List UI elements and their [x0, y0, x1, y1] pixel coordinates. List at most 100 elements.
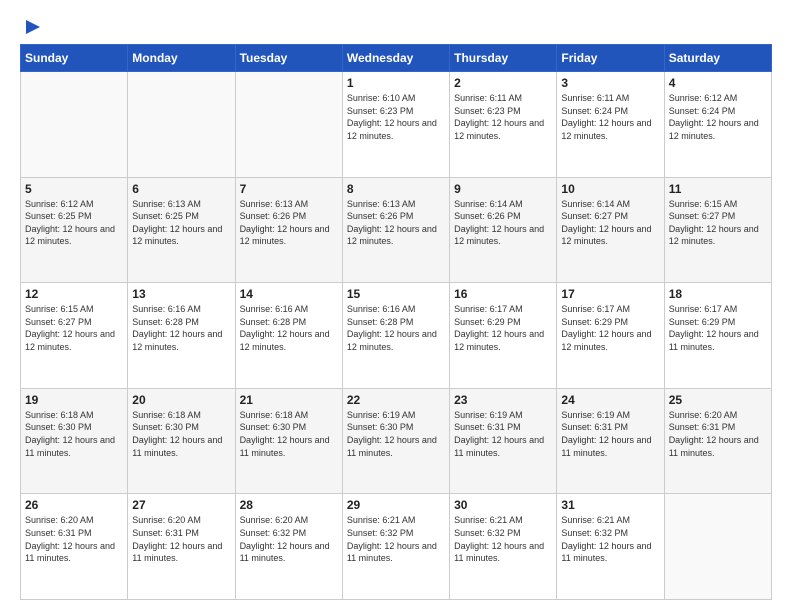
day-info: Sunrise: 6:20 AM Sunset: 6:31 PM Dayligh… — [669, 409, 767, 459]
day-number: 25 — [669, 393, 767, 407]
calendar-cell: 3 Sunrise: 6:11 AM Sunset: 6:24 PM Daylig… — [557, 72, 664, 178]
day-number: 17 — [561, 287, 659, 301]
calendar-week-row: 12 Sunrise: 6:15 AM Sunset: 6:27 PM Dayli… — [21, 283, 772, 389]
day-number: 9 — [454, 182, 552, 196]
calendar-cell: 2 Sunrise: 6:11 AM Sunset: 6:23 PM Daylig… — [450, 72, 557, 178]
day-info: Sunrise: 6:14 AM Sunset: 6:26 PM Dayligh… — [454, 198, 552, 248]
weekday-header-sunday: Sunday — [21, 45, 128, 72]
calendar-cell: 27 Sunrise: 6:20 AM Sunset: 6:31 PM Dayli… — [128, 494, 235, 600]
calendar-cell: 29 Sunrise: 6:21 AM Sunset: 6:32 PM Dayli… — [342, 494, 449, 600]
calendar-cell: 7 Sunrise: 6:13 AM Sunset: 6:26 PM Daylig… — [235, 177, 342, 283]
day-info: Sunrise: 6:21 AM Sunset: 6:32 PM Dayligh… — [347, 514, 445, 564]
day-info: Sunrise: 6:18 AM Sunset: 6:30 PM Dayligh… — [132, 409, 230, 459]
day-info: Sunrise: 6:20 AM Sunset: 6:31 PM Dayligh… — [132, 514, 230, 564]
calendar-cell: 31Sunrise: 6:21 AM Sunset: 6:32 PM Dayli… — [557, 494, 664, 600]
day-number: 19 — [25, 393, 123, 407]
calendar-cell: 22 Sunrise: 6:19 AM Sunset: 6:30 PM Dayli… — [342, 388, 449, 494]
calendar-cell — [664, 494, 771, 600]
day-info: Sunrise: 6:11 AM Sunset: 6:24 PM Dayligh… — [561, 92, 659, 142]
calendar-week-row: 26 Sunrise: 6:20 AM Sunset: 6:31 PM Dayli… — [21, 494, 772, 600]
calendar-cell: 9 Sunrise: 6:14 AM Sunset: 6:26 PM Daylig… — [450, 177, 557, 283]
calendar-table: SundayMondayTuesdayWednesdayThursdayFrid… — [20, 44, 772, 600]
calendar-week-row: 19 Sunrise: 6:18 AM Sunset: 6:30 PM Dayli… — [21, 388, 772, 494]
day-number: 14 — [240, 287, 338, 301]
day-info: Sunrise: 6:17 AM Sunset: 6:29 PM Dayligh… — [669, 303, 767, 353]
day-number: 20 — [132, 393, 230, 407]
weekday-header-friday: Friday — [557, 45, 664, 72]
day-number: 15 — [347, 287, 445, 301]
calendar-cell: 25 Sunrise: 6:20 AM Sunset: 6:31 PM Dayli… — [664, 388, 771, 494]
calendar-cell: 6Sunrise: 6:13 AM Sunset: 6:25 PM Daylig… — [128, 177, 235, 283]
day-number: 22 — [347, 393, 445, 407]
calendar-week-row: 5Sunrise: 6:12 AM Sunset: 6:25 PM Daylig… — [21, 177, 772, 283]
day-number: 28 — [240, 498, 338, 512]
logo — [20, 16, 44, 34]
day-info: Sunrise: 6:12 AM Sunset: 6:24 PM Dayligh… — [669, 92, 767, 142]
day-number: 31 — [561, 498, 659, 512]
day-info: Sunrise: 6:15 AM Sunset: 6:27 PM Dayligh… — [669, 198, 767, 248]
day-info: Sunrise: 6:13 AM Sunset: 6:26 PM Dayligh… — [240, 198, 338, 248]
calendar-cell: 24Sunrise: 6:19 AM Sunset: 6:31 PM Dayli… — [557, 388, 664, 494]
calendar-cell: 26 Sunrise: 6:20 AM Sunset: 6:31 PM Dayli… — [21, 494, 128, 600]
day-number: 27 — [132, 498, 230, 512]
day-number: 3 — [561, 76, 659, 90]
day-number: 12 — [25, 287, 123, 301]
calendar-cell: 30Sunrise: 6:21 AM Sunset: 6:32 PM Dayli… — [450, 494, 557, 600]
day-number: 8 — [347, 182, 445, 196]
day-info: Sunrise: 6:17 AM Sunset: 6:29 PM Dayligh… — [454, 303, 552, 353]
calendar-cell: 1 Sunrise: 6:10 AM Sunset: 6:23 PM Daylig… — [342, 72, 449, 178]
day-number: 6 — [132, 182, 230, 196]
weekday-header-row: SundayMondayTuesdayWednesdayThursdayFrid… — [21, 45, 772, 72]
header — [20, 16, 772, 34]
day-number: 1 — [347, 76, 445, 90]
day-info: Sunrise: 6:17 AM Sunset: 6:29 PM Dayligh… — [561, 303, 659, 353]
day-number: 29 — [347, 498, 445, 512]
calendar-cell: 10 Sunrise: 6:14 AM Sunset: 6:27 PM Dayli… — [557, 177, 664, 283]
day-info: Sunrise: 6:20 AM Sunset: 6:31 PM Dayligh… — [25, 514, 123, 564]
day-info: Sunrise: 6:16 AM Sunset: 6:28 PM Dayligh… — [347, 303, 445, 353]
day-info: Sunrise: 6:13 AM Sunset: 6:26 PM Dayligh… — [347, 198, 445, 248]
calendar-cell: 20 Sunrise: 6:18 AM Sunset: 6:30 PM Dayli… — [128, 388, 235, 494]
calendar-cell: 14Sunrise: 6:16 AM Sunset: 6:28 PM Dayli… — [235, 283, 342, 389]
calendar-cell: 15 Sunrise: 6:16 AM Sunset: 6:28 PM Dayli… — [342, 283, 449, 389]
day-number: 26 — [25, 498, 123, 512]
day-info: Sunrise: 6:15 AM Sunset: 6:27 PM Dayligh… — [25, 303, 123, 353]
calendar-cell: 8 Sunrise: 6:13 AM Sunset: 6:26 PM Daylig… — [342, 177, 449, 283]
day-number: 13 — [132, 287, 230, 301]
day-number: 30 — [454, 498, 552, 512]
weekday-header-tuesday: Tuesday — [235, 45, 342, 72]
calendar-cell — [235, 72, 342, 178]
calendar-cell: 28 Sunrise: 6:20 AM Sunset: 6:32 PM Dayli… — [235, 494, 342, 600]
day-info: Sunrise: 6:14 AM Sunset: 6:27 PM Dayligh… — [561, 198, 659, 248]
day-number: 7 — [240, 182, 338, 196]
calendar-cell: 5Sunrise: 6:12 AM Sunset: 6:25 PM Daylig… — [21, 177, 128, 283]
calendar-cell: 17 Sunrise: 6:17 AM Sunset: 6:29 PM Dayli… — [557, 283, 664, 389]
calendar-cell — [128, 72, 235, 178]
day-info: Sunrise: 6:18 AM Sunset: 6:30 PM Dayligh… — [25, 409, 123, 459]
day-info: Sunrise: 6:20 AM Sunset: 6:32 PM Dayligh… — [240, 514, 338, 564]
calendar-cell: 4 Sunrise: 6:12 AM Sunset: 6:24 PM Daylig… — [664, 72, 771, 178]
day-number: 24 — [561, 393, 659, 407]
calendar-cell: 18Sunrise: 6:17 AM Sunset: 6:29 PM Dayli… — [664, 283, 771, 389]
calendar-cell: 12 Sunrise: 6:15 AM Sunset: 6:27 PM Dayli… — [21, 283, 128, 389]
calendar-cell: 11 Sunrise: 6:15 AM Sunset: 6:27 PM Dayli… — [664, 177, 771, 283]
day-number: 4 — [669, 76, 767, 90]
calendar-week-row: 1 Sunrise: 6:10 AM Sunset: 6:23 PM Daylig… — [21, 72, 772, 178]
day-number: 16 — [454, 287, 552, 301]
calendar-cell: 19 Sunrise: 6:18 AM Sunset: 6:30 PM Dayli… — [21, 388, 128, 494]
day-number: 5 — [25, 182, 123, 196]
page: SundayMondayTuesdayWednesdayThursdayFrid… — [0, 0, 792, 612]
day-number: 23 — [454, 393, 552, 407]
weekday-header-saturday: Saturday — [664, 45, 771, 72]
day-info: Sunrise: 6:19 AM Sunset: 6:31 PM Dayligh… — [454, 409, 552, 459]
day-info: Sunrise: 6:11 AM Sunset: 6:23 PM Dayligh… — [454, 92, 552, 142]
day-number: 10 — [561, 182, 659, 196]
day-info: Sunrise: 6:16 AM Sunset: 6:28 PM Dayligh… — [132, 303, 230, 353]
day-info: Sunrise: 6:10 AM Sunset: 6:23 PM Dayligh… — [347, 92, 445, 142]
weekday-header-monday: Monday — [128, 45, 235, 72]
calendar-cell: 13 Sunrise: 6:16 AM Sunset: 6:28 PM Dayli… — [128, 283, 235, 389]
day-number: 2 — [454, 76, 552, 90]
day-info: Sunrise: 6:19 AM Sunset: 6:30 PM Dayligh… — [347, 409, 445, 459]
day-number: 11 — [669, 182, 767, 196]
calendar-cell: 21Sunrise: 6:18 AM Sunset: 6:30 PM Dayli… — [235, 388, 342, 494]
